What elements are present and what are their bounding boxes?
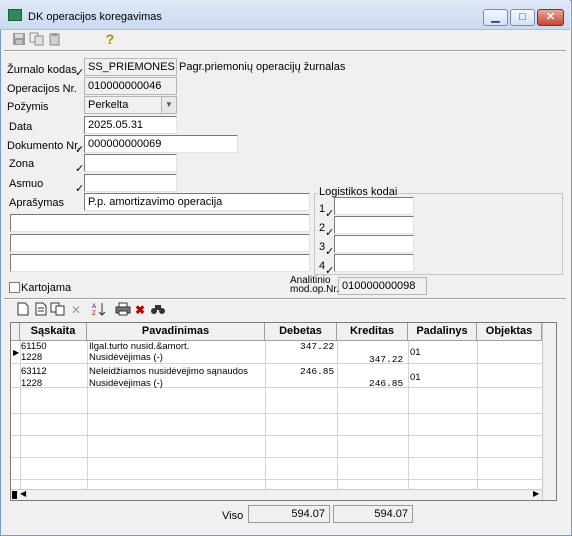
- journal-code-field[interactable]: SS_PRIEMONES: [84, 58, 177, 76]
- grid-row-line: [11, 363, 542, 364]
- copy-rows-icon[interactable]: [50, 302, 66, 318]
- column-header-debit[interactable]: Debetas: [265, 323, 337, 341]
- zone-label: Zona: [9, 158, 35, 170]
- row-indicator-header: [11, 323, 20, 341]
- person-check-icon: ✓: [75, 183, 85, 195]
- minimize-button[interactable]: ▁: [483, 9, 508, 26]
- paste-icon[interactable]: [47, 32, 63, 48]
- row2-credit: 347.22: [369, 354, 404, 365]
- description-field[interactable]: P.p. amortizavimo operacija: [84, 193, 310, 211]
- column-header-name[interactable]: Pavadinimas: [87, 323, 265, 341]
- clear-icon[interactable]: ✖: [132, 302, 148, 318]
- row1-debit: 347.22: [300, 341, 335, 352]
- attribute-label: Požymis: [7, 101, 49, 113]
- operation-no-label: Operacijos Nr.: [7, 83, 77, 95]
- chevron-down-icon[interactable]: ▼: [161, 97, 176, 113]
- column-header-account[interactable]: Sąskaita: [20, 323, 87, 341]
- row1-name: Ilgal.turto nusid.&amort.: [89, 341, 190, 352]
- column-header-credit[interactable]: Kreditas: [337, 323, 408, 341]
- logistics-field-1[interactable]: [334, 197, 414, 215]
- logistics-field-4[interactable]: [334, 254, 414, 272]
- maximize-button[interactable]: □: [510, 9, 535, 26]
- column-header-unit[interactable]: Padalinys: [408, 323, 477, 341]
- row2-account: 1228: [21, 352, 43, 363]
- grid-row-line: [11, 479, 542, 480]
- sort-icon[interactable]: AZ: [91, 302, 107, 318]
- row2-name: Nusidėvėjimas (-): [89, 352, 163, 363]
- grid-row-line: [11, 413, 542, 414]
- attribute-value: Perkelta: [88, 99, 129, 111]
- svg-text:Z: Z: [92, 311, 96, 316]
- app-icon: [8, 9, 22, 21]
- description-line-3[interactable]: [10, 254, 310, 272]
- analytic-op-field[interactable]: 010000000098: [338, 277, 427, 295]
- attribute-select[interactable]: Perkelta ▼: [84, 96, 177, 114]
- row3-name: Neleidžiamos nusidėvėjimo sąnaudos: [89, 366, 248, 377]
- column-header-object[interactable]: Objektas: [477, 323, 542, 341]
- analytic-label-line2: mod.op.Nr.: [290, 284, 339, 295]
- row4-account: 1228: [21, 378, 43, 389]
- vertical-scrollbar[interactable]: [542, 323, 556, 500]
- row3-account: 63112: [21, 366, 47, 377]
- grid-row-line: [11, 435, 542, 436]
- logistics-check-icon-1: ✓: [325, 208, 335, 220]
- document-no-check-icon: ✓: [75, 144, 85, 156]
- print-icon[interactable]: [115, 302, 131, 318]
- row4-name: Nusidėvėjimas (-): [89, 378, 163, 389]
- find-icon[interactable]: [150, 302, 166, 318]
- journal-code-label: Žurnalo kodas: [7, 64, 77, 76]
- delete-icon[interactable]: ✕: [68, 302, 84, 318]
- new-doc-icon[interactable]: [15, 302, 31, 318]
- scroll-left-icon[interactable]: ◀: [20, 489, 26, 498]
- scroll-right-icon[interactable]: ▶: [533, 489, 539, 498]
- description-line-1[interactable]: [10, 214, 310, 232]
- description-line-2[interactable]: [10, 234, 310, 252]
- grid-separator: [4, 298, 566, 300]
- current-row-indicator-icon: ▶: [13, 348, 20, 357]
- total-credit: 594.07: [333, 505, 413, 523]
- journal-code-check-icon: ✓: [75, 67, 85, 79]
- row4-credit: 246.85: [369, 378, 404, 389]
- person-label: Asmuo: [9, 178, 44, 190]
- logistics-field-3[interactable]: [334, 235, 414, 253]
- close-button[interactable]: ✕: [537, 9, 564, 26]
- logistics-check-icon-2: ✓: [325, 227, 335, 239]
- save-icon[interactable]: [11, 32, 27, 48]
- posted-label: Kartojama: [21, 282, 72, 294]
- row3-debit: 246.85: [300, 366, 335, 377]
- window-title: DK operacijos koregavimas: [28, 11, 162, 23]
- horizontal-scrollbar[interactable]: ◀ ▶: [11, 489, 542, 500]
- copy-icon[interactable]: [29, 32, 45, 48]
- entries-grid[interactable]: Sąskaita Pavadinimas Debetas Kreditas Pa…: [10, 322, 557, 501]
- date-label: Data: [9, 121, 33, 133]
- row1-account: 61150: [21, 341, 47, 352]
- document-no-field[interactable]: 000000000069: [84, 135, 238, 153]
- document-no-label: Dokumento Nr.: [7, 140, 81, 152]
- total-debit: 594.07: [248, 505, 330, 523]
- grid-row-line: [11, 457, 542, 458]
- total-label: Viso: [222, 510, 244, 522]
- journal-description: Pagr.priemonių operacijų žurnalas: [179, 61, 346, 73]
- person-field[interactable]: [84, 174, 177, 192]
- help-icon[interactable]: ?: [102, 31, 118, 47]
- svg-text:A: A: [92, 304, 96, 310]
- zone-field[interactable]: [84, 154, 177, 172]
- zone-check-icon: ✓: [75, 163, 85, 175]
- scrollbar-thumb[interactable]: [12, 491, 17, 499]
- date-field[interactable]: 2025.05.31: [84, 116, 177, 134]
- row1-unit: 01: [410, 347, 421, 358]
- doc-icon[interactable]: [33, 302, 49, 318]
- logistics-field-2[interactable]: [334, 216, 414, 234]
- toolbar-separator: [4, 50, 566, 52]
- description-label: Aprašymas: [9, 197, 65, 209]
- logistics-check-icon-3: ✓: [325, 246, 335, 258]
- row3-unit: 01: [410, 372, 421, 383]
- posted-checkbox[interactable]: [9, 282, 20, 293]
- operation-no-field[interactable]: 010000000046: [84, 77, 177, 95]
